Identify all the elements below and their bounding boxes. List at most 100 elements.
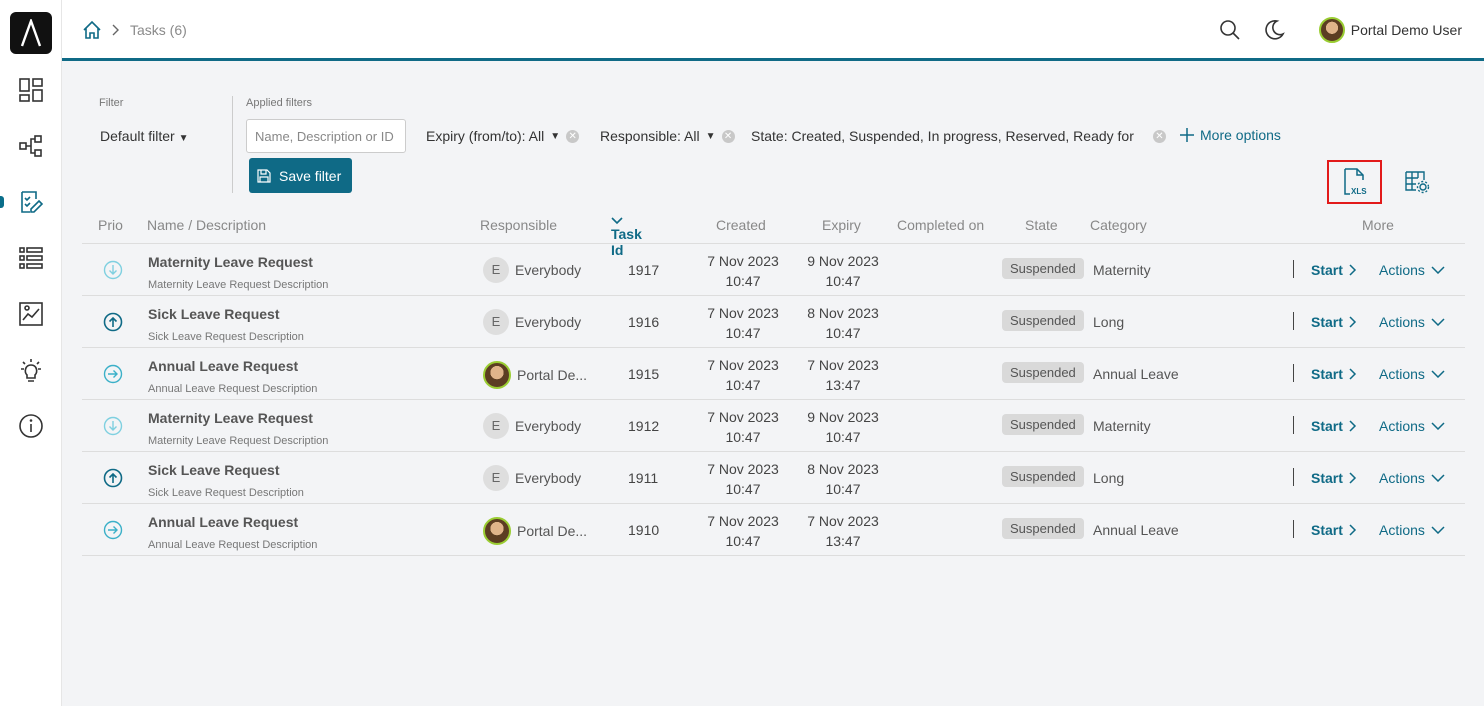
task-search-input[interactable]: [246, 119, 406, 153]
start-button[interactable]: Start: [1311, 470, 1357, 486]
col-completed[interactable]: Completed on: [897, 217, 984, 233]
actions-divider: [1293, 520, 1294, 538]
task-responsible: E Everybody: [483, 257, 581, 283]
start-button[interactable]: Start: [1311, 366, 1357, 382]
task-name[interactable]: Sick Leave Request: [148, 462, 280, 478]
table-row[interactable]: Sick Leave Request Sick Leave Request De…: [82, 296, 1465, 348]
responsible-name: Everybody: [515, 262, 582, 278]
more-options-link[interactable]: More options: [1180, 127, 1281, 143]
task-name[interactable]: Maternity Leave Request: [148, 254, 313, 270]
actions-dropdown[interactable]: Actions: [1379, 418, 1445, 434]
task-description: Annual Leave Request Description: [148, 539, 318, 551]
remove-filter-icon[interactable]: ✕: [721, 129, 735, 143]
top-bar: Tasks (6) Portal Demo User: [62, 0, 1484, 58]
responsible-name: Everybody: [515, 418, 582, 434]
export-xls-button[interactable]: XLS: [1327, 160, 1382, 204]
actions-divider: [1293, 416, 1294, 434]
chevron-right-icon: [1349, 264, 1356, 276]
responsible-name: Everybody: [515, 470, 582, 486]
save-filter-button[interactable]: Save filter: [249, 158, 352, 193]
status-badge: Suspended: [1002, 310, 1084, 331]
expiry-date: 9 Nov 2023: [807, 409, 879, 425]
col-created[interactable]: Created: [716, 217, 766, 233]
start-button[interactable]: Start: [1311, 418, 1357, 434]
chevron-down-icon: [1431, 422, 1445, 430]
created-time: 10:47: [725, 481, 761, 497]
task-category: Long: [1093, 470, 1125, 486]
task-name[interactable]: Maternity Leave Request: [148, 410, 313, 426]
nav-processes[interactable]: [0, 126, 62, 166]
state-filter-chip[interactable]: State: Created, Suspended, In progress, …: [751, 128, 1166, 144]
responsible-filter-chip[interactable]: Responsible: All ▼ ✕: [600, 128, 735, 144]
actions-dropdown[interactable]: Actions: [1379, 470, 1445, 486]
chevron-right-icon: [1349, 472, 1356, 484]
col-category[interactable]: Category: [1090, 217, 1147, 233]
col-task-id[interactable]: Task Id: [611, 217, 642, 258]
nav-tasks[interactable]: [0, 182, 62, 222]
expiry-date: 9 Nov 2023: [807, 253, 879, 269]
actions-dropdown[interactable]: Actions: [1379, 314, 1445, 330]
actions-dropdown[interactable]: Actions: [1379, 522, 1445, 538]
responsible-avatar: E: [483, 465, 509, 491]
user-menu[interactable]: Portal Demo User: [1318, 17, 1462, 43]
created-date: 7 Nov 2023: [707, 409, 779, 425]
actions-dropdown[interactable]: Actions: [1379, 366, 1445, 382]
nav-cases[interactable]: [0, 238, 62, 278]
table-row[interactable]: Annual Leave Request Annual Leave Reques…: [82, 504, 1465, 556]
created-date: 7 Nov 2023: [707, 357, 779, 373]
actions-dropdown[interactable]: Actions: [1379, 262, 1445, 278]
app-logo[interactable]: [10, 12, 52, 54]
task-name[interactable]: Annual Leave Request: [148, 358, 298, 374]
nav-statistics[interactable]: [0, 294, 62, 334]
dark-mode-icon[interactable]: [1263, 19, 1285, 41]
task-table: Prio Name / Description Responsible Task…: [82, 208, 1465, 556]
start-button[interactable]: Start: [1311, 314, 1357, 330]
responsible-name: Portal De...: [517, 367, 588, 383]
nav-dashboard[interactable]: [0, 70, 62, 110]
created-date: 7 Nov 2023: [707, 305, 779, 321]
chevron-right-icon: [1349, 316, 1356, 328]
col-name[interactable]: Name / Description: [147, 217, 266, 233]
filter-divider: [232, 96, 233, 193]
responsible-avatar: E: [483, 413, 509, 439]
remove-filter-icon[interactable]: ✕: [566, 129, 580, 143]
col-expiry[interactable]: Expiry: [822, 217, 861, 233]
home-icon[interactable]: [82, 20, 102, 40]
filter-label: Filter: [99, 97, 124, 109]
start-button[interactable]: Start: [1311, 522, 1357, 538]
created-time: 10:47: [725, 273, 761, 289]
table-header: Prio Name / Description Responsible Task…: [82, 208, 1465, 258]
col-state[interactable]: State: [1025, 217, 1058, 233]
nav-info[interactable]: [0, 406, 62, 446]
table-row[interactable]: Annual Leave Request Annual Leave Reques…: [82, 348, 1465, 400]
task-created: 7 Nov 2023 10:47: [698, 251, 788, 291]
actions-label: Actions: [1379, 418, 1425, 434]
default-filter-dropdown[interactable]: Default filter ▼: [100, 128, 189, 144]
user-name: Portal Demo User: [1350, 22, 1462, 38]
user-avatar: [483, 361, 511, 389]
task-responsible: Portal De...: [483, 361, 587, 389]
chevron-down-icon: [1431, 266, 1445, 274]
table-row[interactable]: Maternity Leave Request Maternity Leave …: [82, 400, 1465, 452]
created-time: 10:47: [725, 533, 761, 549]
column-settings-button[interactable]: [1402, 165, 1432, 199]
expiry-filter-chip[interactable]: Expiry (from/to): All ▼ ✕: [426, 128, 580, 144]
nav-ideas[interactable]: [0, 350, 62, 390]
col-responsible[interactable]: Responsible: [480, 217, 557, 233]
remove-filter-icon[interactable]: ✕: [1153, 129, 1166, 143]
start-button[interactable]: Start: [1311, 262, 1357, 278]
chevron-right-icon: [1349, 420, 1356, 432]
table-row[interactable]: Sick Leave Request Sick Leave Request De…: [82, 452, 1465, 504]
created-date: 7 Nov 2023: [707, 461, 779, 477]
col-prio[interactable]: Prio: [98, 217, 123, 233]
search-icon[interactable]: [1219, 19, 1241, 41]
caret-down-icon: ▼: [705, 130, 716, 142]
chevron-down-icon: [1431, 370, 1445, 378]
task-name[interactable]: Sick Leave Request: [148, 306, 280, 322]
status-badge: Suspended: [1002, 258, 1084, 279]
dashboard-icon: [19, 78, 43, 102]
task-name[interactable]: Annual Leave Request: [148, 514, 298, 530]
task-expiry: 7 Nov 2023 13:47: [798, 511, 888, 551]
task-id: 1915: [628, 366, 660, 382]
table-row[interactable]: Maternity Leave Request Maternity Leave …: [82, 244, 1465, 296]
